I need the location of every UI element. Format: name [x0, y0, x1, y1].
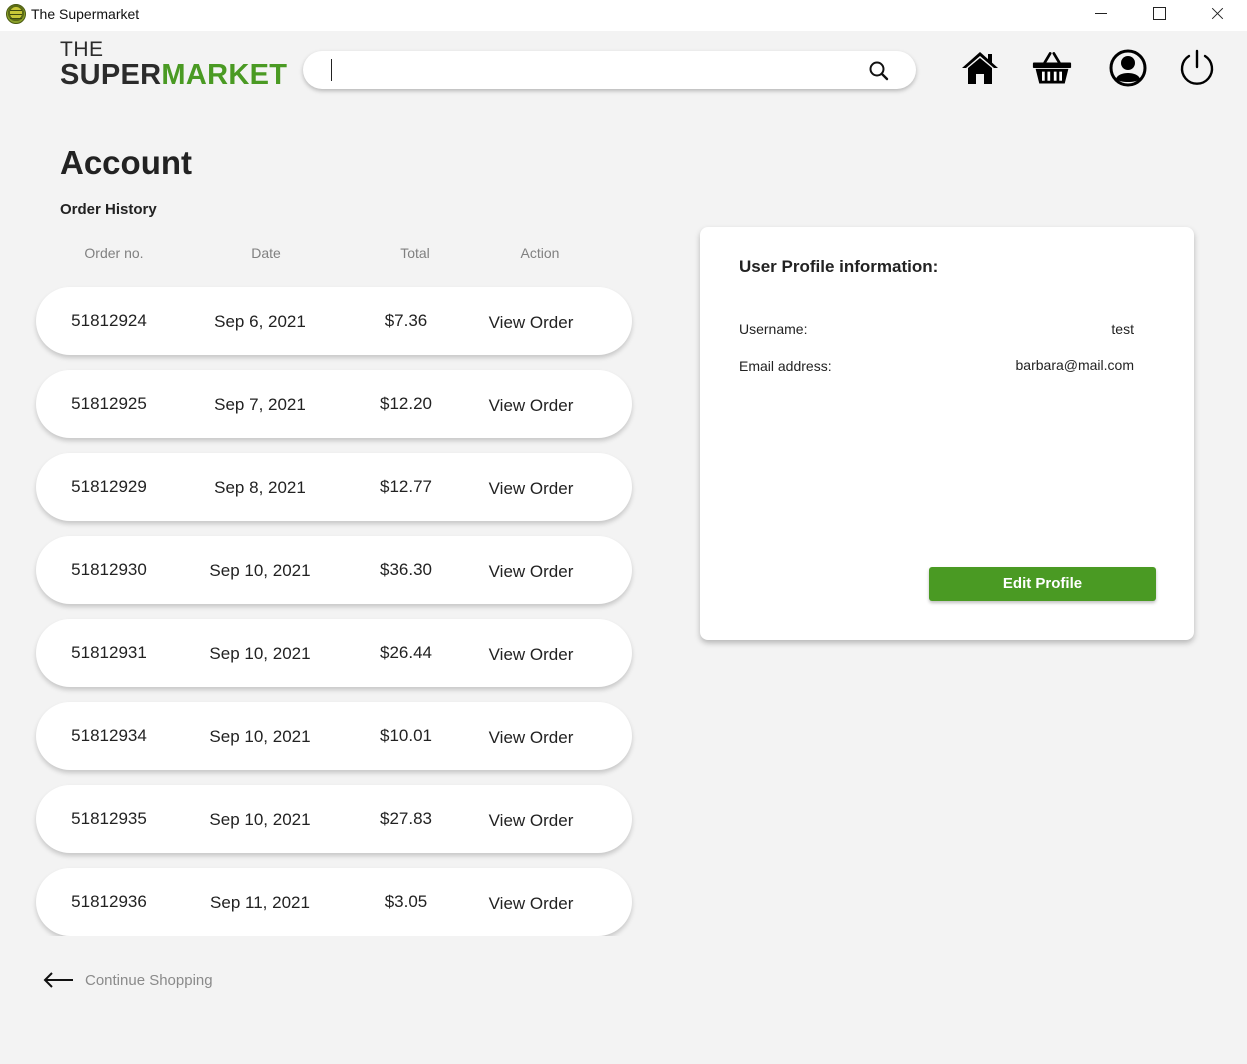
order-number: 51812934	[71, 726, 147, 745]
order-total: $27.83	[380, 809, 432, 828]
username-value: test	[1111, 321, 1134, 337]
arrow-left-icon	[43, 972, 73, 988]
column-header-order-no: Order no.	[84, 245, 144, 261]
view-order-link[interactable]: View Order	[476, 728, 586, 748]
order-row: 51812935 Sep 10, 2021 $27.83 View Order	[36, 785, 632, 853]
window-title: The Supermarket	[31, 6, 140, 22]
account-icon[interactable]	[1108, 48, 1148, 88]
order-row: 51812929 Sep 8, 2021 $12.77 View Order	[36, 453, 632, 521]
logo-market-text: MARKET	[161, 59, 288, 91]
basket-icon[interactable]	[1032, 48, 1072, 88]
order-row: 51812925 Sep 7, 2021 $12.20 View Order	[36, 370, 632, 438]
column-header-date: Date	[251, 245, 281, 261]
column-header-total: Total	[400, 245, 430, 261]
text-caret	[331, 59, 332, 81]
edit-profile-button[interactable]: Edit Profile	[929, 567, 1156, 601]
order-total: $12.20	[380, 394, 432, 413]
order-date: Sep 10, 2021	[209, 810, 311, 829]
basket-globe-icon	[6, 4, 26, 24]
order-number: 51812925	[71, 394, 147, 413]
profile-title: User Profile information:	[739, 257, 939, 276]
order-date: Sep 6, 2021	[214, 312, 306, 331]
logo-wordmark: SUPERMARKET	[60, 60, 287, 90]
view-order-link[interactable]: View Order	[476, 396, 586, 416]
order-number: 51812931	[71, 643, 147, 662]
column-header-action: Action	[520, 245, 560, 261]
view-order-link[interactable]: View Order	[476, 313, 586, 333]
power-icon[interactable]	[1177, 48, 1217, 88]
order-total: $3.05	[384, 892, 428, 911]
order-number: 51812936	[71, 892, 147, 911]
order-history-title: Order History	[60, 201, 157, 218]
view-order-link[interactable]: View Order	[476, 645, 586, 665]
view-order-link[interactable]: View Order	[476, 811, 586, 831]
window-titlebar: The Supermarket	[0, 0, 1247, 31]
order-row: 51812936 Sep 11, 2021 $3.05 View Order	[36, 868, 632, 936]
email-label: Email address:	[739, 358, 832, 374]
order-number: 51812930	[71, 560, 147, 579]
username-label: Username:	[739, 321, 808, 337]
order-date: Sep 10, 2021	[209, 561, 311, 580]
order-date: Sep 10, 2021	[209, 644, 311, 663]
order-row: 51812930 Sep 10, 2021 $36.30 View Order	[36, 536, 632, 604]
close-button[interactable]	[1188, 0, 1246, 31]
order-number: 51812924	[71, 311, 147, 330]
view-order-link[interactable]: View Order	[476, 894, 586, 914]
order-total: $10.01	[380, 726, 432, 745]
order-date: Sep 11, 2021	[210, 893, 310, 912]
order-total: $26.44	[380, 643, 432, 662]
user-profile-card: User Profile information: Username: test…	[700, 227, 1194, 640]
order-date: Sep 10, 2021	[209, 727, 311, 746]
continue-shopping-label: Continue Shopping	[85, 972, 213, 989]
list-scroll-clip	[20, 936, 660, 956]
search-input[interactable]	[329, 57, 849, 83]
order-row: 51812924 Sep 6, 2021 $7.36 View Order	[36, 287, 632, 355]
page-title: Account	[60, 144, 192, 181]
maximize-button[interactable]	[1130, 0, 1188, 31]
order-date: Sep 7, 2021	[214, 395, 306, 414]
email-value: barbara@mail.com	[1015, 357, 1134, 373]
order-row: 51812931 Sep 10, 2021 $26.44 View Order	[36, 619, 632, 687]
order-number: 51812935	[71, 809, 147, 828]
order-total: $36.30	[380, 560, 432, 579]
logo[interactable]: THE SUPERMARKET	[60, 38, 287, 90]
order-total: $12.77	[380, 477, 432, 496]
search-icon[interactable]	[868, 60, 890, 82]
order-number: 51812929	[71, 477, 147, 496]
minimize-button[interactable]	[1072, 0, 1130, 31]
logo-super-text: SUPER	[60, 59, 162, 91]
order-date: Sep 8, 2021	[214, 478, 306, 497]
order-total: $7.36	[384, 311, 428, 330]
home-icon[interactable]	[960, 48, 1000, 88]
view-order-link[interactable]: View Order	[476, 562, 586, 582]
order-row: 51812934 Sep 10, 2021 $10.01 View Order	[36, 702, 632, 770]
logo-the-text: THE	[60, 38, 104, 61]
view-order-link[interactable]: View Order	[476, 479, 586, 499]
search-bar[interactable]	[303, 51, 916, 89]
